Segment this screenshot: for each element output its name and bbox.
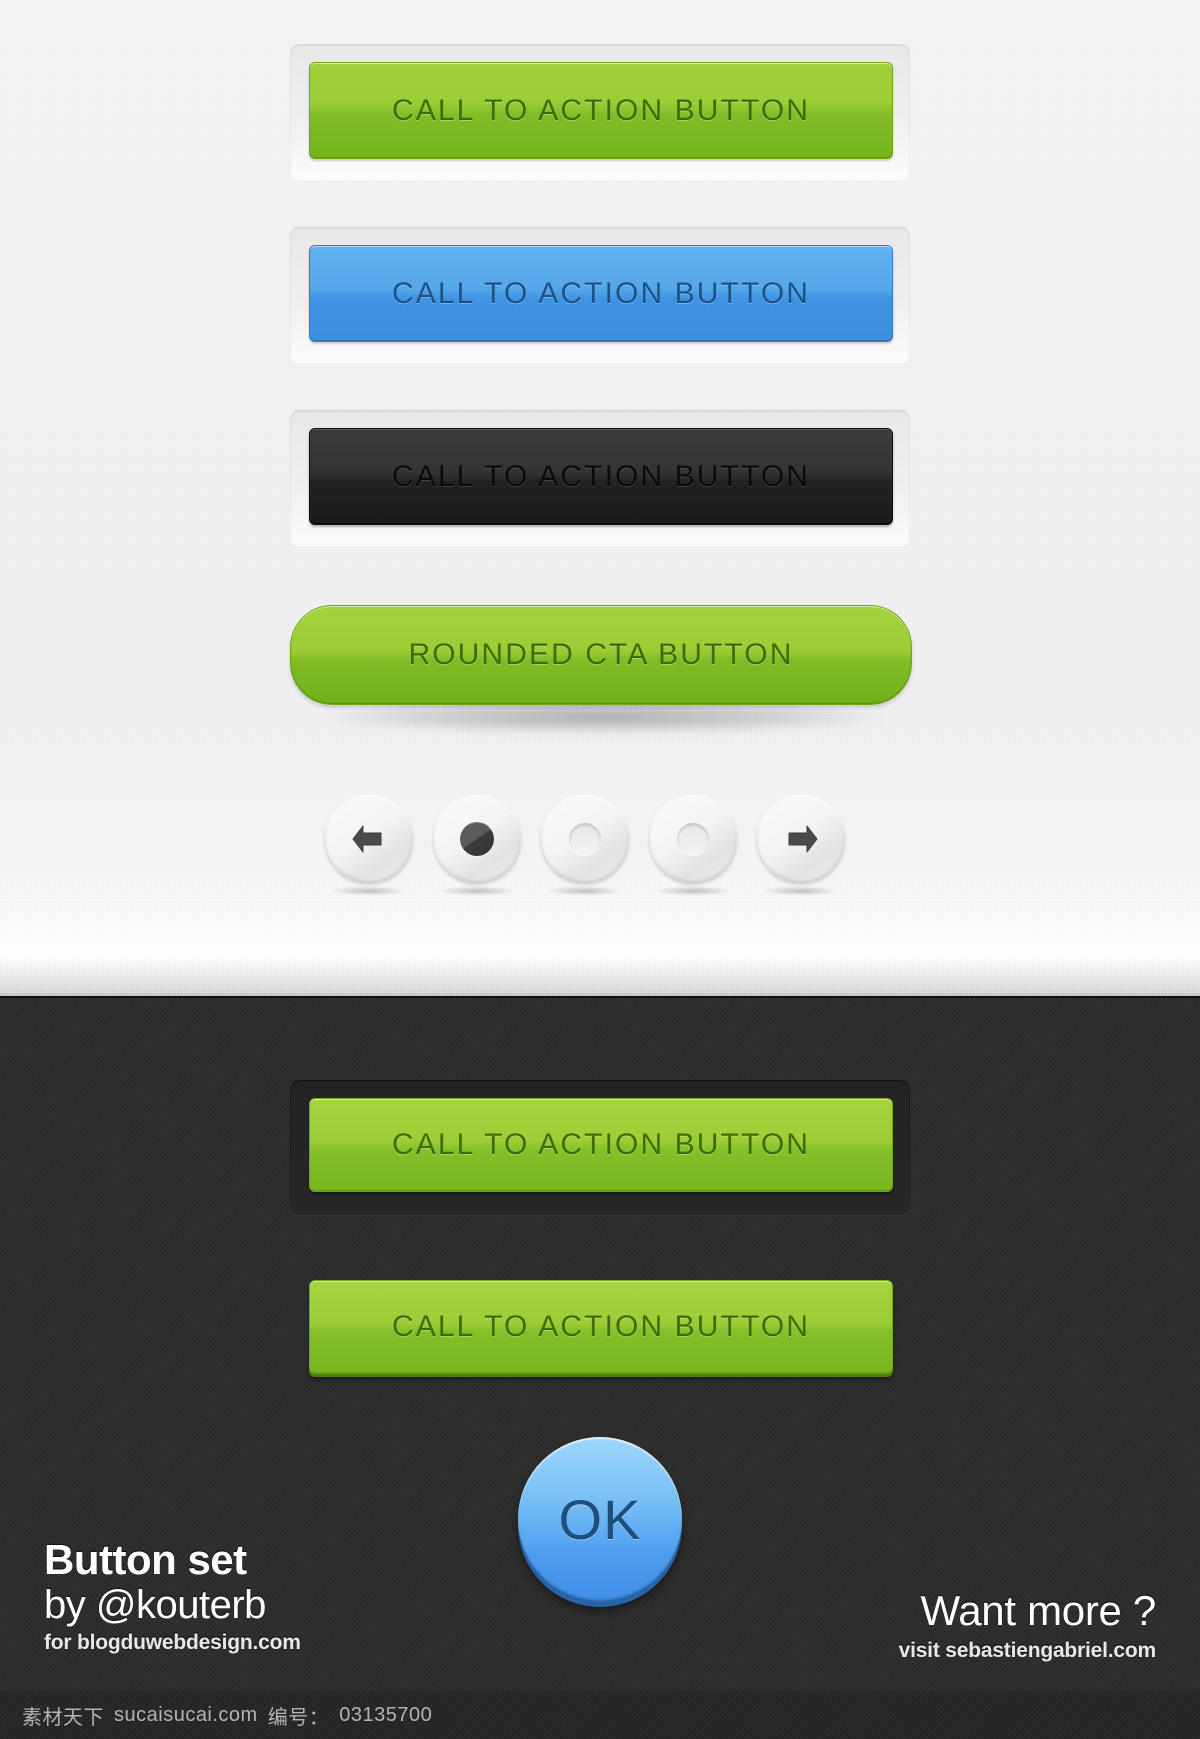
- watermark-bar: 素材天下 sucaisucai.com 编号： 03135700: [0, 1691, 1200, 1739]
- cta-dark-label: CALL TO ACTION BUTTON: [391, 459, 811, 493]
- dot-empty-icon: [677, 823, 709, 855]
- credit-author: by @kouterb: [44, 1582, 266, 1627]
- dot-filled-icon: [460, 822, 494, 856]
- cta-green-inset-label: CALL TO ACTION BUTTON: [391, 1128, 811, 1161]
- pager-dot-1[interactable]: [541, 795, 629, 883]
- cta-green-raised-button[interactable]: CALL TO ACTION BUTTON: [309, 1280, 893, 1374]
- cta-green-raised-label: CALL TO ACTION BUTTON: [391, 1310, 811, 1343]
- cta-green-button[interactable]: CALL TO ACTION BUTTON: [309, 62, 893, 159]
- ok-button[interactable]: OK: [518, 1437, 682, 1601]
- prev-arrow-button[interactable]: [325, 795, 413, 883]
- want-more-title: Want more ?: [920, 1587, 1156, 1634]
- next-arrow-button[interactable]: [757, 795, 845, 883]
- cta-blue-button[interactable]: CALL TO ACTION BUTTON: [309, 245, 893, 342]
- watermark-id-value: 03135700: [339, 1703, 433, 1726]
- dot-empty-icon: [569, 823, 601, 855]
- cta-green-label: CALL TO ACTION BUTTON: [391, 93, 811, 127]
- pager-dot-active[interactable]: [433, 795, 521, 883]
- cta-pill-button[interactable]: ROUNDED CTA BUTTON: [290, 605, 912, 705]
- watermark-site-cn: 素材天下: [22, 1706, 104, 1729]
- cta-dark-button[interactable]: CALL TO ACTION BUTTON: [309, 428, 893, 525]
- pager-dot-2[interactable]: [649, 795, 737, 883]
- credit-site: for blogduwebdesign.com: [44, 1631, 301, 1655]
- watermark-id-label: 编号：: [267, 1706, 330, 1729]
- pager-control: [315, 793, 885, 885]
- want-more-site: visit sebastiengabriel.com: [898, 1639, 1157, 1663]
- credit-title: Button set: [44, 1536, 247, 1583]
- credit-left: Button set by @kouterb for blogduwebdesi…: [44, 1536, 301, 1655]
- button-set-showcase: CALL TO ACTION BUTTON CALL TO ACTION BUT…: [0, 0, 1200, 1739]
- credit-right: Want more ? visit sebastiengabriel.com: [898, 1587, 1157, 1663]
- arrow-right-icon: [788, 825, 818, 853]
- cta-green-inset-button[interactable]: CALL TO ACTION BUTTON: [309, 1098, 893, 1192]
- arrow-left-icon: [352, 825, 382, 853]
- cta-pill-dropshadow: [318, 700, 888, 734]
- cta-pill-label: ROUNDED CTA BUTTON: [408, 638, 794, 671]
- ok-button-label: OK: [558, 1487, 642, 1551]
- watermark-site-url: sucaisucai.com: [114, 1703, 258, 1726]
- cta-blue-label: CALL TO ACTION BUTTON: [391, 276, 811, 310]
